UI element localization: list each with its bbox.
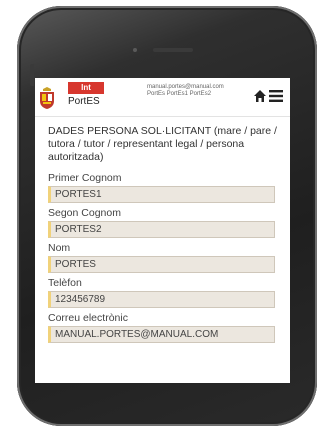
environment-badge: Int	[68, 82, 104, 94]
field-nom: Nom	[48, 242, 280, 273]
field-label: Segon Cognom	[48, 207, 121, 219]
telefon-input[interactable]	[48, 291, 275, 308]
user-email: manual.portes@manual.com	[147, 84, 224, 90]
nom-input[interactable]	[48, 256, 275, 273]
app-name: PortES	[68, 96, 100, 107]
home-icon[interactable]	[253, 89, 267, 103]
phone-speaker	[153, 48, 193, 52]
field-segon-cognom: Segon Cognom	[48, 207, 280, 238]
user-names: PortEs PortEs1 PortEs2	[147, 91, 212, 97]
coat-of-arms-logo[interactable]	[38, 87, 56, 109]
correu-input[interactable]	[48, 326, 275, 343]
field-telefon: Telèfon	[48, 277, 280, 308]
hamburger-menu-icon[interactable]	[269, 90, 283, 102]
form-content: DADES PERSONA SOL·LICITANT (mare / pare …	[35, 117, 290, 343]
segon-cognom-input[interactable]	[48, 221, 275, 238]
field-label: Nom	[48, 242, 71, 254]
field-label: Telèfon	[48, 277, 82, 289]
phone-side-button	[30, 64, 34, 86]
primer-cognom-input[interactable]	[48, 186, 275, 203]
phone-camera	[133, 48, 137, 52]
field-correu: Correu electrònic	[48, 312, 280, 343]
section-title: DADES PERSONA SOL·LICITANT (mare / pare …	[48, 125, 277, 163]
field-primer-cognom: Primer Cognom	[48, 172, 280, 203]
field-label: Correu electrònic	[48, 312, 128, 324]
app-header: Int PortES manual.portes@manual.com Port…	[35, 78, 290, 117]
field-label: Primer Cognom	[48, 172, 122, 184]
phone-screen: Int PortES manual.portes@manual.com Port…	[35, 78, 290, 383]
